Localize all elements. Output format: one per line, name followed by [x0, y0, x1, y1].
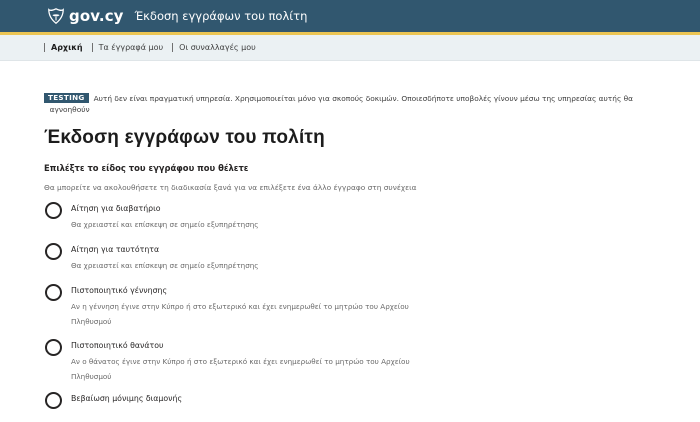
- service-title[interactable]: Έκδοση εγγράφων του πολίτη: [135, 9, 308, 23]
- document-type-radios: Αίτηση για διαβατήριο Θα χρειαστεί και ε…: [44, 202, 664, 422]
- nav-item-label: Οι συναλλαγές μου: [179, 43, 256, 52]
- cyprus-emblem-icon: [48, 8, 64, 25]
- option-label[interactable]: Πιστοποιητικό γέννησης: [71, 285, 431, 297]
- nav-item-my-transactions[interactable]: Οι συναλλαγές μου: [172, 43, 265, 52]
- site-header: gov.cy Έκδοση εγγράφων του πολίτη: [0, 0, 700, 32]
- gov-cy-logo[interactable]: gov.cy: [47, 0, 124, 32]
- option-birth-certificate[interactable]: Πιστοποιητικό γέννησης Αν η γέννηση έγιν…: [44, 284, 664, 339]
- option-passport[interactable]: Αίτηση για διαβατήριο Θα χρειαστεί και ε…: [44, 202, 664, 243]
- nav-separator: [44, 43, 45, 52]
- testing-banner-text: Αυτή δεν είναι πραγματική υπηρεσία. Χρησ…: [50, 93, 639, 115]
- nav-separator: [172, 43, 174, 52]
- nav-item-label: Τα έγγραφά μου: [98, 43, 164, 52]
- option-description: Θα χρειαστεί και επίσκεψη σε σημείο εξυπ…: [71, 220, 259, 229]
- nav-separator: [91, 43, 93, 52]
- option-permanent-residence[interactable]: Βεβαίωση μόνιμης διαμονής: [44, 392, 664, 422]
- banner-text-line2: αγνοηθούν: [49, 105, 90, 114]
- option-label[interactable]: Αίτηση για διαβατήριο: [71, 203, 431, 215]
- option-label[interactable]: Βεβαίωση μόνιμης διαμονής: [71, 393, 182, 405]
- testing-banner: TESTING Αυτή δεν είναι πραγματική υπηρεσ…: [44, 93, 664, 115]
- radio-button[interactable]: [45, 202, 62, 219]
- radio-button[interactable]: [45, 243, 62, 260]
- nav-item-label: Αρχική: [51, 43, 83, 52]
- main-content: TESTING Αυτή δεν είναι πραγματική υπηρεσ…: [44, 93, 664, 422]
- nav-item-home[interactable]: Αρχική: [44, 43, 92, 52]
- radio-button[interactable]: [45, 392, 62, 409]
- option-death-certificate[interactable]: Πιστοποιητικό θανάτου Αν ο θάνατος έγινε…: [44, 339, 664, 392]
- nav-item-my-documents[interactable]: Τα έγγραφά μου: [91, 43, 173, 52]
- radio-button[interactable]: [45, 339, 62, 356]
- radio-button[interactable]: [45, 284, 62, 301]
- option-description: Θα χρειαστεί και επίσκεψη σε σημείο εξυπ…: [71, 261, 259, 270]
- banner-text-line1: Αυτή δεν είναι πραγματική υπηρεσία. Χρησ…: [93, 94, 634, 103]
- page-title: Έκδοση εγγράφων του πολίτη: [44, 127, 325, 148]
- main-navigation: Αρχική Τα έγγραφά μου Οι συναλλαγές μου: [0, 35, 700, 61]
- option-label[interactable]: Αίτηση για ταυτότητα: [71, 244, 431, 256]
- option-id-card[interactable]: Αίτηση για ταυτότητα Θα χρειαστεί και επ…: [44, 243, 664, 284]
- testing-tag: TESTING: [44, 93, 89, 103]
- option-description: Αν ο θάνατος έγινε στην Κύπρο ή στο εξωτ…: [71, 357, 410, 381]
- logo-text: gov.cy: [69, 7, 124, 25]
- question-hint: Θα μπορείτε να ακολουθήσετε τη διαδικασί…: [44, 183, 417, 192]
- option-description: Αν η γέννηση έγινε στην Κύπρο ή στο εξωτ…: [71, 302, 409, 326]
- question-legend: Επιλέξτε το είδος του εγγράφου που θέλετ…: [44, 163, 249, 173]
- option-label[interactable]: Πιστοποιητικό θανάτου: [71, 340, 431, 352]
